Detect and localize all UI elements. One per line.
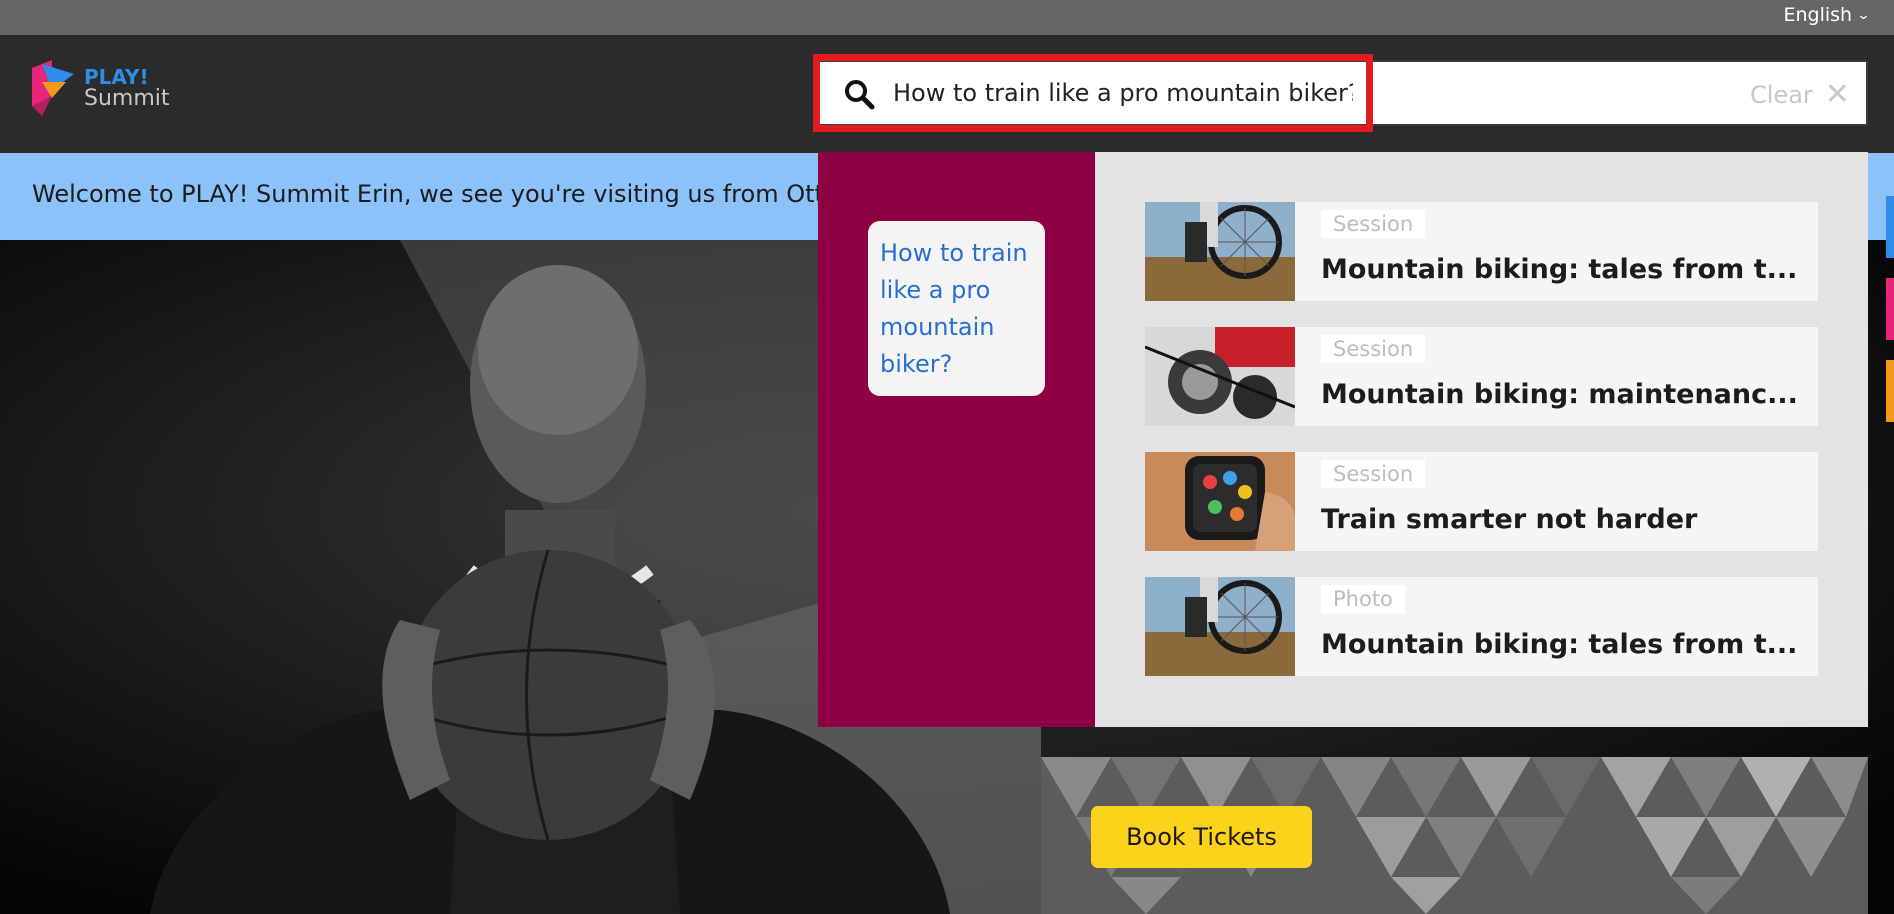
suggestion-item[interactable]: How to train like a pro mountain biker? [868, 221, 1045, 396]
result-item[interactable]: Photo Mountain biking: tales from t... [1145, 577, 1818, 676]
result-title: Mountain biking: tales from t... [1321, 254, 1798, 285]
language-selector[interactable]: English ⌄ [1783, 4, 1871, 26]
welcome-text: Welcome to PLAY! Summit Erin, we see you… [32, 180, 873, 208]
clear-label: Clear [1750, 80, 1813, 109]
result-title: Mountain biking: maintenanc... [1321, 379, 1798, 410]
result-title: Train smarter not harder [1321, 504, 1698, 535]
bike-wheel-thumbnail [1145, 202, 1295, 301]
close-icon: ✕ [1824, 77, 1850, 112]
result-item[interactable]: Session Mountain biking: tales from t... [1145, 202, 1818, 301]
result-type-badge: Photo [1321, 585, 1405, 613]
side-tab-pink[interactable] [1886, 278, 1894, 340]
language-label: English [1783, 4, 1853, 26]
bike-gears-thumbnail [1145, 327, 1295, 426]
side-tab-blue[interactable] [1886, 196, 1894, 258]
search-results-dropdown: How to train like a pro mountain biker? … [818, 152, 1868, 727]
result-type-badge: Session [1321, 460, 1426, 488]
chevron-down-icon: ⌄ [1856, 7, 1871, 23]
site-logo[interactable]: PLAY! Summit [30, 60, 170, 116]
search-icon[interactable] [843, 78, 875, 110]
result-type-badge: Session [1321, 210, 1426, 238]
result-title: Mountain biking: tales from t... [1321, 629, 1798, 660]
result-type-badge: Session [1321, 335, 1426, 363]
logo-text-summit: Summit [84, 86, 170, 111]
bike-wheel-thumbnail [1145, 577, 1295, 676]
smartwatch-thumbnail [1145, 452, 1295, 551]
play-logo-icon [30, 60, 78, 116]
book-tickets-button[interactable]: Book Tickets [1091, 806, 1312, 868]
search-input[interactable] [893, 74, 1353, 112]
top-bar: English ⌄ [0, 0, 1894, 35]
side-tab-orange[interactable] [1886, 360, 1894, 422]
result-item[interactable]: Session Mountain biking: maintenanc... [1145, 327, 1818, 426]
suggestions-panel: How to train like a pro mountain biker? [818, 152, 1095, 727]
clear-search-button[interactable]: Clear ✕ [1750, 77, 1850, 112]
result-item[interactable]: Session Train smarter not harder [1145, 452, 1818, 551]
logo-text-play: PLAY! [84, 65, 149, 89]
